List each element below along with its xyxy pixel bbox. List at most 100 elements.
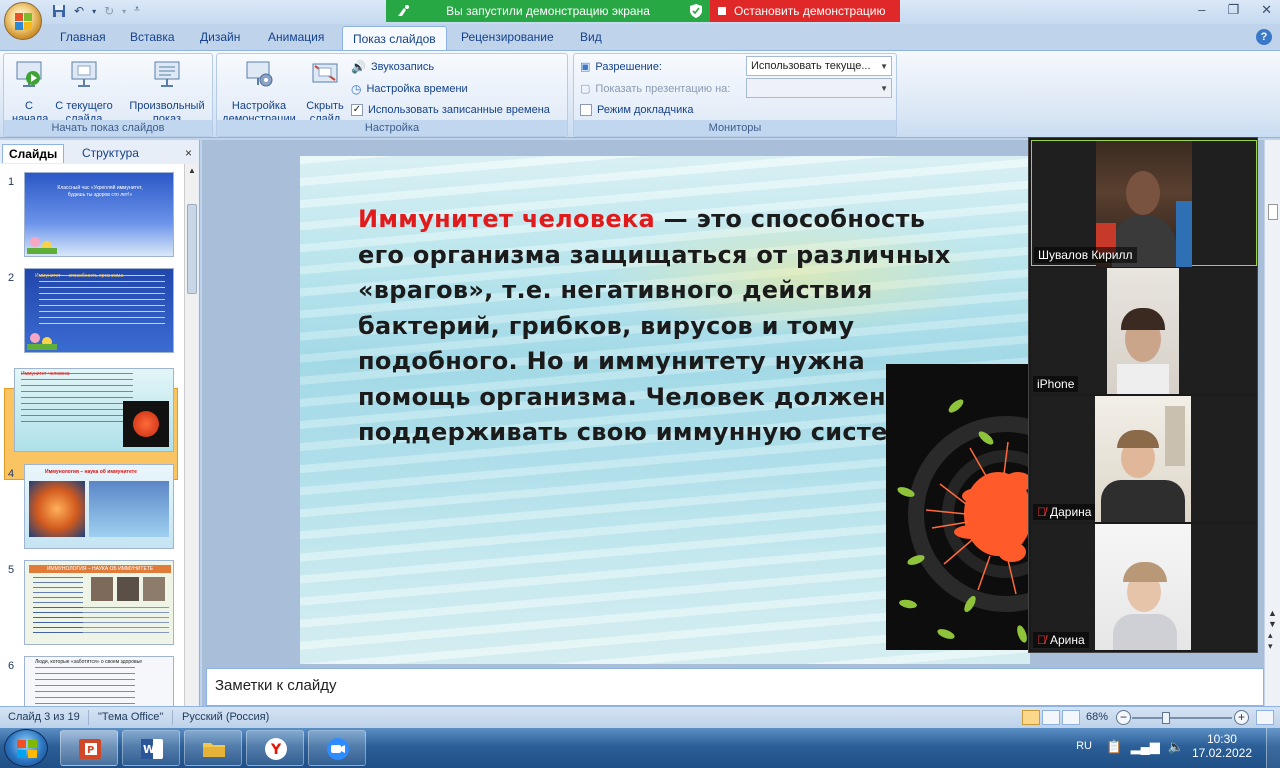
taskbar-explorer[interactable]: [184, 730, 242, 766]
office-button[interactable]: [4, 2, 42, 40]
slide-counter: Слайд 3 из 19: [8, 711, 80, 723]
participant-name: Арина: [1050, 633, 1085, 647]
sharing-text: Вы запустили демонстрацию экрана: [446, 4, 650, 18]
checkbox-checked-icon[interactable]: ✓: [351, 104, 363, 116]
scrollbar-thumb[interactable]: [187, 204, 197, 294]
participant-video: [1095, 524, 1191, 650]
zoom-slider[interactable]: [1132, 717, 1232, 719]
taskbar-word[interactable]: W: [122, 730, 180, 766]
tray-icons: 📋 ▂▄▆ 🔈: [1106, 739, 1184, 755]
bacteria-image[interactable]: [886, 364, 1030, 650]
slides-pane-tabs: Слайды Структура ×: [0, 142, 200, 163]
taskbar-powerpoint[interactable]: P: [60, 730, 118, 766]
group-start-slideshow: С начала С текущего слайда Произвольный …: [3, 53, 213, 137]
tab-design[interactable]: Дизайн: [200, 30, 240, 44]
zoom-level[interactable]: 68%: [1086, 711, 1108, 723]
slide-thumbnail-6[interactable]: Люди, которые «заботятся» о своем здоров…: [24, 656, 174, 706]
slide-sorter-view-button[interactable]: [1042, 710, 1060, 725]
rehearse-timings-button[interactable]: ◷ Настройка времени: [351, 82, 468, 96]
setup-show-button[interactable]: Настройка демонстрации: [221, 58, 297, 126]
tab-outline[interactable]: Структура: [76, 144, 145, 162]
tab-view[interactable]: Вид: [580, 30, 602, 44]
zoom-out-button[interactable]: −: [1116, 710, 1131, 725]
show-on-select[interactable]: ▼: [746, 78, 892, 98]
scrollbar-thumb[interactable]: [1268, 204, 1278, 220]
zoom-in-button[interactable]: +: [1234, 710, 1249, 725]
custom-show-button[interactable]: Произвольный показ: [122, 58, 212, 126]
custom-show-icon: [154, 61, 180, 87]
minimize-icon[interactable]: –: [1198, 2, 1205, 18]
scroll-up-icon[interactable]: ▲: [188, 166, 196, 175]
slide-thumbnail-4[interactable]: Иммунология – наука об иммунитете: [24, 464, 174, 549]
record-narration-button[interactable]: 🔊 Звукозапись: [351, 60, 434, 74]
slide-thumbnail-1[interactable]: Классный час «Укрепляй иммунитет, будешь…: [24, 172, 174, 257]
slides-pane-scrollbar[interactable]: ▲: [184, 164, 198, 706]
signal-icon[interactable]: ▂▄▆: [1131, 739, 1160, 755]
redo-dropdown-icon[interactable]: ▾: [122, 7, 126, 21]
yandex-icon: Y: [265, 738, 287, 760]
help-icon[interactable]: ?: [1256, 29, 1272, 45]
start-button[interactable]: [4, 729, 48, 767]
taskbar-zoom[interactable]: [308, 730, 366, 766]
slide-thumbnail-2[interactable]: Иммунитет — способность организма: [24, 268, 174, 353]
clipboard-icon[interactable]: 📋: [1106, 739, 1122, 755]
volume-icon[interactable]: 🔈: [1168, 739, 1184, 755]
save-icon[interactable]: [52, 4, 66, 21]
slide-scrollbar[interactable]: ▲ ▼ ▴ ▾: [1264, 140, 1280, 706]
slide-thumbnail-3[interactable]: Иммунитет человека: [14, 368, 174, 452]
hide-slide-button[interactable]: Скрыть слайд: [303, 58, 347, 126]
slideshow-view-button[interactable]: [1062, 710, 1080, 725]
windows-logo-icon: [17, 740, 37, 758]
zoom-slider-knob[interactable]: [1162, 712, 1170, 724]
show-desktop-button[interactable]: [1266, 728, 1280, 768]
from-beginning-button[interactable]: С начала: [8, 58, 50, 126]
undo-dropdown-icon[interactable]: ▾: [92, 7, 96, 21]
slide-thumbnail-5[interactable]: ИММУНОЛОГИЯ – НАУКА ОБ ИММУНИТЕТЕ: [24, 560, 174, 645]
resolution-value: Использовать текуще...: [751, 60, 871, 72]
slide-number: 4: [8, 468, 15, 480]
keyboard-language[interactable]: RU: [1076, 740, 1092, 752]
fit-to-window-button[interactable]: [1256, 710, 1274, 725]
bacteria-illustration-icon: [897, 399, 1030, 643]
redo-icon[interactable]: ↻: [104, 4, 114, 21]
presenter-view-label: Режим докладчика: [597, 104, 694, 116]
tab-animation[interactable]: Анимация: [268, 30, 324, 44]
checkbox-unchecked-icon[interactable]: [580, 104, 592, 116]
participant-tile-3[interactable]: 🎙̸ Дарина: [1031, 396, 1257, 522]
thumbnail-text-lines: [39, 275, 165, 325]
presenter-view-checkbox[interactable]: Режим докладчика: [580, 104, 693, 116]
participant-tile-4[interactable]: 🎙̸ Арина: [1031, 524, 1257, 650]
theme-name[interactable]: "Тема Office": [98, 711, 163, 723]
thumbnail-text-lines: [33, 607, 169, 637]
close-window-icon[interactable]: ✕: [1261, 2, 1272, 18]
system-tray: RU 📋 ▂▄▆ 🔈 10:30 17.02.2022: [1040, 728, 1280, 768]
title-bar: ↶ ▾ ↻ ▾ ⩡ Вы запустили демонстрацию экра…: [0, 0, 1280, 24]
participant-tile-1[interactable]: Шувалов Кирилл: [1031, 140, 1257, 267]
normal-view-button[interactable]: [1022, 710, 1040, 725]
language-indicator[interactable]: Русский (Россия): [182, 711, 269, 723]
slide-thumbnail-title: Иммунитет — способность организма: [35, 273, 124, 279]
resolution-select[interactable]: Использовать текуще... ▼: [746, 56, 892, 76]
tab-slides[interactable]: Слайды: [2, 144, 65, 163]
undo-icon[interactable]: ↶: [74, 4, 84, 21]
use-timings-checkbox[interactable]: ✓ Использовать записанные времена: [351, 104, 550, 116]
close-pane-icon[interactable]: ×: [185, 146, 192, 160]
stop-sharing-button[interactable]: Остановить демонстрацию: [710, 0, 900, 22]
restore-icon[interactable]: ❐: [1227, 2, 1239, 18]
slide-body-text[interactable]: Иммунитет человека — это способность его…: [358, 202, 958, 451]
clock[interactable]: 10:30 17.02.2022: [1192, 732, 1252, 760]
tab-slide-show[interactable]: Показ слайдов: [342, 26, 447, 51]
participant-tile-2[interactable]: iPhone: [1031, 268, 1257, 394]
tab-home[interactable]: Главная: [60, 30, 106, 44]
tab-review[interactable]: Рецензирование: [461, 30, 554, 44]
from-current-button[interactable]: С текущего слайда: [54, 58, 114, 126]
customize-qat-icon[interactable]: ⩡: [134, 4, 140, 21]
notes-input[interactable]: Заметки к слайду: [206, 668, 1264, 706]
record-narration-label: Звукозапись: [370, 61, 435, 73]
slide-highlight-text: Иммунитет человека: [358, 205, 655, 233]
taskbar-yandex[interactable]: Y: [246, 730, 304, 766]
slide-thumbnail-title: Люди, которые «заботятся» о своем здоров…: [35, 659, 143, 665]
scroll-nav-icons[interactable]: ▲ ▼ ▴ ▾: [1268, 608, 1277, 652]
group-monitors-label: Мониторы: [574, 120, 896, 136]
tab-insert[interactable]: Вставка: [130, 30, 175, 44]
